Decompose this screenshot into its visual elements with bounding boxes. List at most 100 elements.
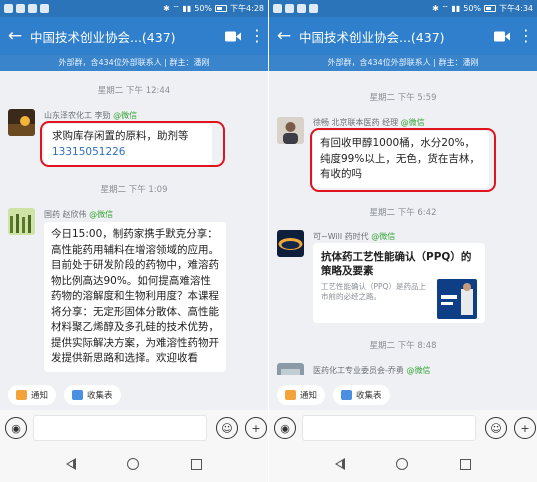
notification-icons [273, 4, 318, 13]
sender-label: 国药 赵欣伟 [44, 210, 87, 219]
clock: 下午4:34 [499, 4, 533, 13]
app-notification-icon [297, 4, 306, 13]
app-notification-icon [16, 4, 25, 13]
video-camera-icon [225, 31, 241, 41]
nav-home-icon[interactable] [127, 458, 140, 470]
video-camera-icon [494, 31, 510, 41]
wechat-tag: @微信 [406, 366, 431, 375]
nav-home-icon[interactable] [396, 458, 409, 470]
timestamp: 星期二 下午 6:42 [369, 208, 437, 218]
voice-icon: ◉ [280, 421, 290, 435]
title-bar: ← 中国技术创业协会...(437) ⋮ [0, 17, 268, 55]
arrow-left-icon: ← [276, 26, 292, 46]
sender-label: 可~Will 药时代 [313, 232, 369, 241]
more-vert-icon[interactable]: ⋮ [515, 28, 537, 44]
avatar[interactable] [277, 230, 304, 257]
video-call-button[interactable] [489, 31, 515, 42]
article-card[interactable]: 抗体药工艺性能确认（PPQ）的策略及要素 工艺性能确认（PPQ）是药品上市前的必… [313, 243, 485, 323]
form-button[interactable]: 收集表 [64, 385, 121, 405]
emoji-icon: ☺ [490, 421, 502, 435]
wechat-tag: @微信 [113, 111, 138, 120]
signal-icons: ✱ ⌔ ▮▮ [163, 3, 192, 13]
voice-button[interactable]: ◉ [274, 417, 296, 439]
quick-actions: 通知 收集表 [269, 382, 537, 408]
voice-button[interactable]: ◉ [5, 417, 27, 439]
emoji-icon: ☺ [221, 421, 233, 435]
message-input[interactable] [302, 415, 476, 441]
nav-recent-icon[interactable] [191, 458, 203, 470]
group-title: 中国技术创业协会...(437) [30, 29, 176, 45]
wechat-tag: @微信 [371, 232, 396, 241]
plus-button[interactable]: + [514, 417, 536, 439]
sender-name: 医药化工专业委员会-乔勇 @微信 [313, 365, 430, 375]
back-button[interactable]: ← [0, 26, 30, 46]
form-icon [341, 390, 353, 400]
more-vert-icon[interactable]: ⋮ [246, 28, 268, 44]
chat-screen-right: ✱ ⌔ ▮▮ 50% 下午4:34 ← 中国技术创业协会...(437) ⋮ 外… [269, 0, 537, 482]
plus-button[interactable]: + [245, 417, 267, 439]
sender-name: 山东泽农化工 李勁 @微信 [44, 110, 137, 121]
avatar[interactable] [8, 208, 35, 235]
app-notification-icon [28, 4, 37, 13]
card-thumbnail [437, 279, 477, 319]
status-bar: ✱ ⌔ ▮▮ 50% 下午4:34 [269, 0, 537, 17]
message-list[interactable]: 星期二 下午 12:44 山东泽农化工 李勁 @微信 求购库存闲置的原料，助剂等… [0, 71, 268, 375]
megaphone-icon [285, 390, 296, 400]
form-icon [72, 390, 84, 400]
input-bar: ◉ ☺ + [0, 410, 268, 446]
voice-icon: ◉ [11, 421, 21, 435]
timestamp: 星期二 下午 8:48 [369, 341, 437, 351]
sender-name: 可~Will 药时代 @微信 [313, 231, 395, 242]
avatar[interactable] [8, 109, 35, 136]
system-nav-bar [269, 446, 537, 482]
notification-icons [4, 4, 49, 13]
highlight-box [40, 121, 225, 167]
emoji-button[interactable]: ☺ [216, 417, 238, 439]
notice-label: 通知 [31, 391, 49, 401]
form-label: 收集表 [87, 391, 113, 401]
input-bar: ◉ ☺ + [269, 410, 537, 446]
timestamp: 星期二 下午 1:09 [100, 185, 168, 195]
plus-icon: + [251, 421, 261, 435]
nav-recent-icon[interactable] [460, 458, 472, 470]
form-label: 收集表 [356, 391, 382, 401]
video-call-button[interactable] [220, 31, 246, 42]
message-text: 今日15:00，制药家携手默克分享：高性能药用辅料在增溶领域的应用。目前处于研发… [51, 228, 219, 364]
notice-button[interactable]: 通知 [277, 385, 326, 405]
app-notification-icon [40, 4, 49, 13]
app-notification-icon [309, 4, 318, 13]
message-input[interactable] [33, 415, 207, 441]
status-bar: ✱ ⌔ ▮▮ 50% 下午4:28 [0, 0, 268, 17]
battery-percent: 50% [463, 4, 482, 13]
plus-icon: + [520, 421, 530, 435]
group-title: 中国技术创业协会...(437) [299, 29, 445, 45]
form-button[interactable]: 收集表 [333, 385, 390, 405]
arrow-left-icon: ← [7, 26, 23, 46]
system-nav-bar [0, 446, 268, 482]
sender-label: 徐畅 北京联本医药 经理 [313, 118, 399, 127]
message-bubble[interactable]: 今日15:00，制药家携手默克分享：高性能药用辅料在增溶领域的应用。目前处于研发… [44, 222, 226, 372]
message-list[interactable]: 星期二 下午 5:59 徐畅 北京联本医药 经理 @微信 有回收甲醇1000桶，… [269, 71, 537, 375]
signal-icons: ✱ ⌔ ▮▮ [432, 3, 461, 13]
sender-label: 医药化工专业委员会-乔勇 [313, 366, 404, 375]
title-bar: ← 中国技术创业协会...(437) ⋮ [269, 17, 537, 55]
sender-label: 山东泽农化工 李勁 [44, 111, 111, 120]
notice-label: 通知 [300, 391, 318, 401]
wechat-tag: @微信 [89, 210, 114, 219]
avatar[interactable] [277, 117, 304, 144]
emoji-button[interactable]: ☺ [485, 417, 507, 439]
nav-back-icon[interactable] [65, 458, 76, 470]
back-button[interactable]: ← [269, 26, 299, 46]
app-notification-icon [4, 4, 13, 13]
app-notification-icon [273, 4, 282, 13]
app-notification-icon [285, 4, 294, 13]
clock: 下午4:28 [230, 4, 264, 13]
sender-name: 徐畅 北京联本医药 经理 @微信 [313, 117, 425, 128]
nav-back-icon[interactable] [334, 458, 345, 470]
avatar[interactable] [277, 363, 304, 375]
notice-button[interactable]: 通知 [8, 385, 57, 405]
wechat-tag: @微信 [400, 118, 425, 127]
megaphone-icon [16, 390, 27, 400]
chat-screen-left: ✱ ⌔ ▮▮ 50% 下午4:28 ← 中国技术创业协会...(437) ⋮ 外… [0, 0, 268, 482]
group-subtitle: 外部群，含434位外部联系人 | 群主：潘刚 [0, 55, 268, 71]
